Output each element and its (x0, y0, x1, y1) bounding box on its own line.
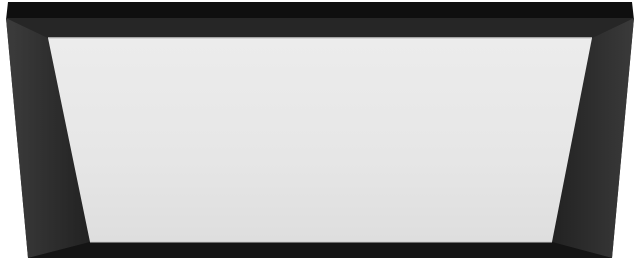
frame-top-edge (6, 2, 634, 20)
light-diffuser (48, 38, 592, 242)
frame-top-bevel (6, 18, 634, 38)
product-image-canvas (0, 0, 640, 260)
frame-bottom-bevel (28, 242, 612, 258)
led-panel-illustration (6, 2, 634, 258)
